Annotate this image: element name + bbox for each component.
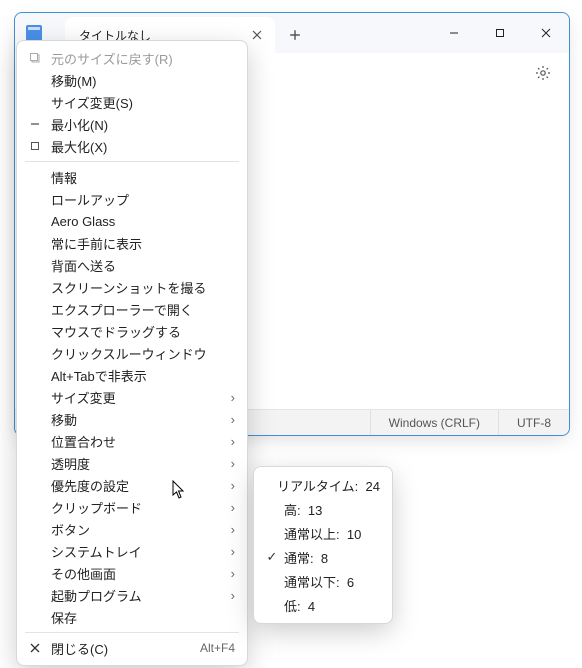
check-icon: ✓ bbox=[262, 549, 282, 565]
menu-separator bbox=[25, 161, 239, 162]
tab-close-button[interactable] bbox=[249, 27, 265, 43]
menu-separator bbox=[25, 632, 239, 633]
menu-send-to-back[interactable]: 背面へ送る bbox=[17, 254, 247, 276]
priority-high[interactable]: 高: 13 bbox=[254, 497, 392, 521]
menu-close[interactable]: 閉じる(C) Alt+F4 bbox=[17, 637, 247, 659]
chevron-right-icon: › bbox=[225, 566, 235, 581]
priority-realtime[interactable]: リアルタイム: 24 bbox=[254, 473, 392, 497]
menu-open-explorer[interactable]: エクスプローラーで開く bbox=[17, 298, 247, 320]
new-tab-button[interactable] bbox=[275, 17, 315, 53]
close-icon bbox=[25, 643, 45, 653]
chevron-right-icon: › bbox=[225, 412, 235, 427]
chevron-right-icon: › bbox=[225, 390, 235, 405]
menu-move[interactable]: 移動(M) bbox=[17, 69, 247, 91]
menu-tray-submenu[interactable]: システムトレイ› bbox=[17, 540, 247, 562]
window-maximize-button[interactable] bbox=[477, 13, 523, 53]
priority-submenu: リアルタイム: 24 高: 13 通常以上: 10 ✓ 通常: 8 通常以下: … bbox=[253, 466, 393, 624]
restore-icon bbox=[25, 52, 45, 64]
priority-normal[interactable]: ✓ 通常: 8 bbox=[254, 545, 392, 569]
chevron-right-icon: › bbox=[225, 500, 235, 515]
chevron-right-icon: › bbox=[225, 544, 235, 559]
menu-resize-submenu[interactable]: サイズ変更› bbox=[17, 386, 247, 408]
menu-aero-glass[interactable]: Aero Glass bbox=[17, 210, 247, 232]
menu-alttab-hide[interactable]: Alt+Tabで非表示 bbox=[17, 364, 247, 386]
menu-restore: 元のサイズに戻す(R) bbox=[17, 47, 247, 69]
window-close-button[interactable] bbox=[523, 13, 569, 53]
status-encoding[interactable]: UTF-8 bbox=[498, 410, 569, 435]
menu-startup-submenu[interactable]: 起動プログラム› bbox=[17, 584, 247, 606]
chevron-right-icon: › bbox=[225, 478, 235, 493]
menu-accelerator: Alt+F4 bbox=[200, 641, 235, 655]
menu-maximize[interactable]: 最大化(X) bbox=[17, 135, 247, 157]
window-minimize-button[interactable] bbox=[431, 13, 477, 53]
menu-minimize[interactable]: 最小化(N) bbox=[17, 113, 247, 135]
menu-mouse-drag[interactable]: マウスでドラッグする bbox=[17, 320, 247, 342]
chevron-right-icon: › bbox=[225, 434, 235, 449]
menu-clipboard-submenu[interactable]: クリップボード› bbox=[17, 496, 247, 518]
priority-low[interactable]: 低: 4 bbox=[254, 593, 392, 617]
menu-opacity-submenu[interactable]: 透明度› bbox=[17, 452, 247, 474]
menu-label: 元のサイズに戻す(R) bbox=[45, 49, 235, 68]
menu-size[interactable]: サイズ変更(S) bbox=[17, 91, 247, 113]
menu-always-on-top[interactable]: 常に手前に表示 bbox=[17, 232, 247, 254]
chevron-right-icon: › bbox=[225, 522, 235, 537]
chevron-right-icon: › bbox=[225, 456, 235, 471]
minimize-icon bbox=[25, 119, 45, 129]
maximize-icon bbox=[25, 141, 45, 151]
menu-move-submenu[interactable]: 移動› bbox=[17, 408, 247, 430]
system-context-menu: 元のサイズに戻す(R) 移動(M) サイズ変更(S) 最小化(N) 最大化(X)… bbox=[16, 40, 248, 666]
menu-click-through[interactable]: クリックスルーウィンドウ bbox=[17, 342, 247, 364]
chevron-right-icon: › bbox=[225, 588, 235, 603]
menu-priority-submenu[interactable]: 優先度の設定› bbox=[17, 474, 247, 496]
priority-above-normal[interactable]: 通常以上: 10 bbox=[254, 521, 392, 545]
settings-button[interactable] bbox=[529, 59, 557, 87]
priority-below-normal[interactable]: 通常以下: 6 bbox=[254, 569, 392, 593]
menu-align-submenu[interactable]: 位置合わせ› bbox=[17, 430, 247, 452]
menu-rollup[interactable]: ロールアップ bbox=[17, 188, 247, 210]
menu-info[interactable]: 情報 bbox=[17, 166, 247, 188]
menu-button-submenu[interactable]: ボタン› bbox=[17, 518, 247, 540]
menu-screenshot[interactable]: スクリーンショットを撮る bbox=[17, 276, 247, 298]
menu-other-screen-submenu[interactable]: その他画面› bbox=[17, 562, 247, 584]
menu-save[interactable]: 保存 bbox=[17, 606, 247, 628]
status-line-ending[interactable]: Windows (CRLF) bbox=[370, 410, 498, 435]
